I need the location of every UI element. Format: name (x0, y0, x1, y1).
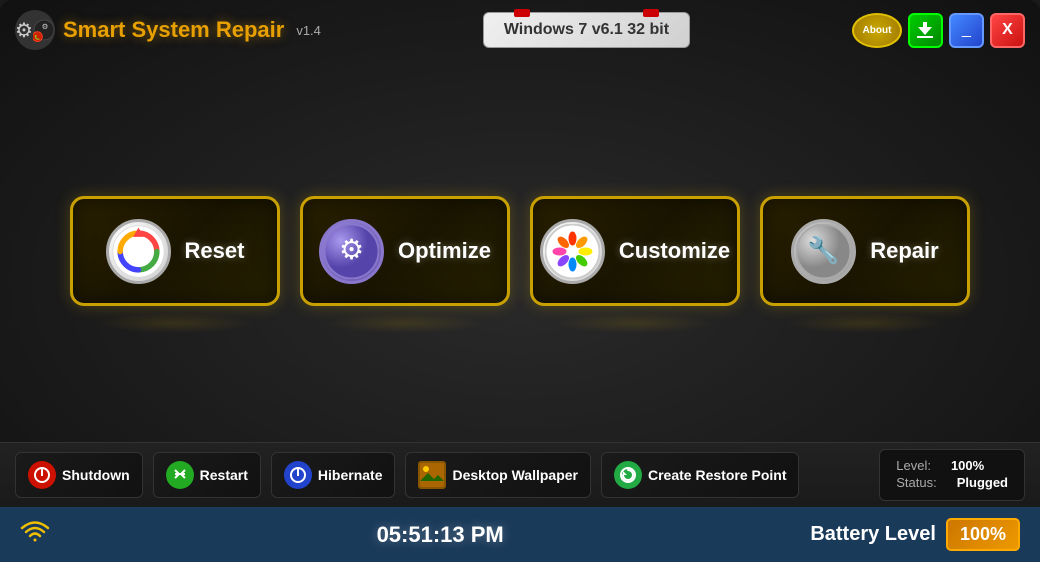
download-button[interactable] (908, 13, 943, 48)
restart-label: Restart (200, 467, 248, 483)
svg-text:⚙: ⚙ (42, 22, 49, 31)
battery-level-label: Battery Level (810, 523, 936, 546)
optimize-icon: ⚙ (319, 219, 384, 284)
window-controls: About _ X (852, 13, 1025, 48)
restore-label: Create Restore Point (648, 467, 786, 483)
header: 🐛 ⚙ Smart System Repair v1.4 Windows 7 v6… (0, 0, 1040, 60)
restore-icon (614, 461, 642, 489)
repair-label: Repair (870, 238, 938, 264)
battery-info-panel: Level: 100% Status: Plugged (879, 449, 1025, 501)
about-button[interactable]: About (852, 13, 902, 48)
reset-reflection (95, 313, 255, 333)
repair-icon: 🔧 (791, 219, 856, 284)
optimize-reflection (325, 313, 485, 333)
status-bar: 05:51:13 PM Battery Level 100% (0, 507, 1040, 562)
optimize-label: Optimize (398, 238, 491, 264)
os-badge: Windows 7 v6.1 32 bit (483, 12, 690, 48)
customize-icon (540, 219, 605, 284)
app-logo: 🐛 ⚙ (15, 10, 55, 50)
hibernate-label: Hibernate (318, 467, 383, 483)
restart-button[interactable]: Restart (153, 452, 261, 498)
repair-button[interactable]: 🔧 Repair (760, 196, 970, 306)
close-button[interactable]: X (990, 13, 1025, 48)
clock-display: 05:51:13 PM (70, 522, 810, 548)
battery-level-bar: Battery Level 100% (810, 518, 1020, 551)
restore-button[interactable]: Create Restore Point (601, 452, 799, 498)
wallpaper-icon (418, 461, 446, 489)
svg-text:⚙: ⚙ (339, 234, 364, 265)
logo-area: 🐛 ⚙ Smart System Repair v1.4 (15, 10, 321, 50)
os-info: Windows 7 v6.1 32 bit (504, 21, 669, 38)
wifi-icon (20, 518, 50, 551)
repair-reflection (785, 313, 945, 333)
gear-icon: 🐛 ⚙ (15, 10, 55, 50)
main-buttons: Reset ⚙ (70, 196, 970, 306)
app-title: Smart System Repair (63, 17, 284, 43)
battery-level-row: Level: 100% (896, 458, 1008, 473)
wallpaper-button[interactable]: Desktop Wallpaper (405, 452, 591, 498)
battery-level-value: 100% (951, 458, 984, 473)
shutdown-label: Shutdown (62, 467, 130, 483)
customize-label: Customize (619, 238, 730, 264)
restart-icon (166, 461, 194, 489)
customize-button[interactable]: Customize (530, 196, 740, 306)
app-version: v1.4 (296, 23, 321, 38)
hibernate-button[interactable]: Hibernate (271, 452, 396, 498)
minimize-button[interactable]: _ (949, 13, 984, 48)
battery-status-row: Status: Plugged (896, 475, 1008, 490)
battery-level-key: Level: (896, 458, 931, 473)
bottom-bar: Shutdown Restart Hibernate (0, 442, 1040, 507)
customize-reflection (555, 313, 715, 333)
svg-text:🔧: 🔧 (808, 234, 840, 265)
hibernate-icon (284, 461, 312, 489)
battery-status-value: Plugged (957, 475, 1008, 490)
reset-label: Reset (185, 238, 245, 264)
app-container: 🐛 ⚙ Smart System Repair v1.4 Windows 7 v6… (0, 0, 1040, 562)
reset-button[interactable]: Reset (70, 196, 280, 306)
reset-icon (106, 219, 171, 284)
shutdown-button[interactable]: Shutdown (15, 452, 143, 498)
optimize-button[interactable]: ⚙ Optimize (300, 196, 510, 306)
battery-percentage: 100% (946, 518, 1020, 551)
wallpaper-label: Desktop Wallpaper (452, 467, 578, 483)
battery-status-key: Status: (896, 475, 936, 490)
content-area: Reset ⚙ (0, 60, 1040, 442)
shutdown-icon (28, 461, 56, 489)
